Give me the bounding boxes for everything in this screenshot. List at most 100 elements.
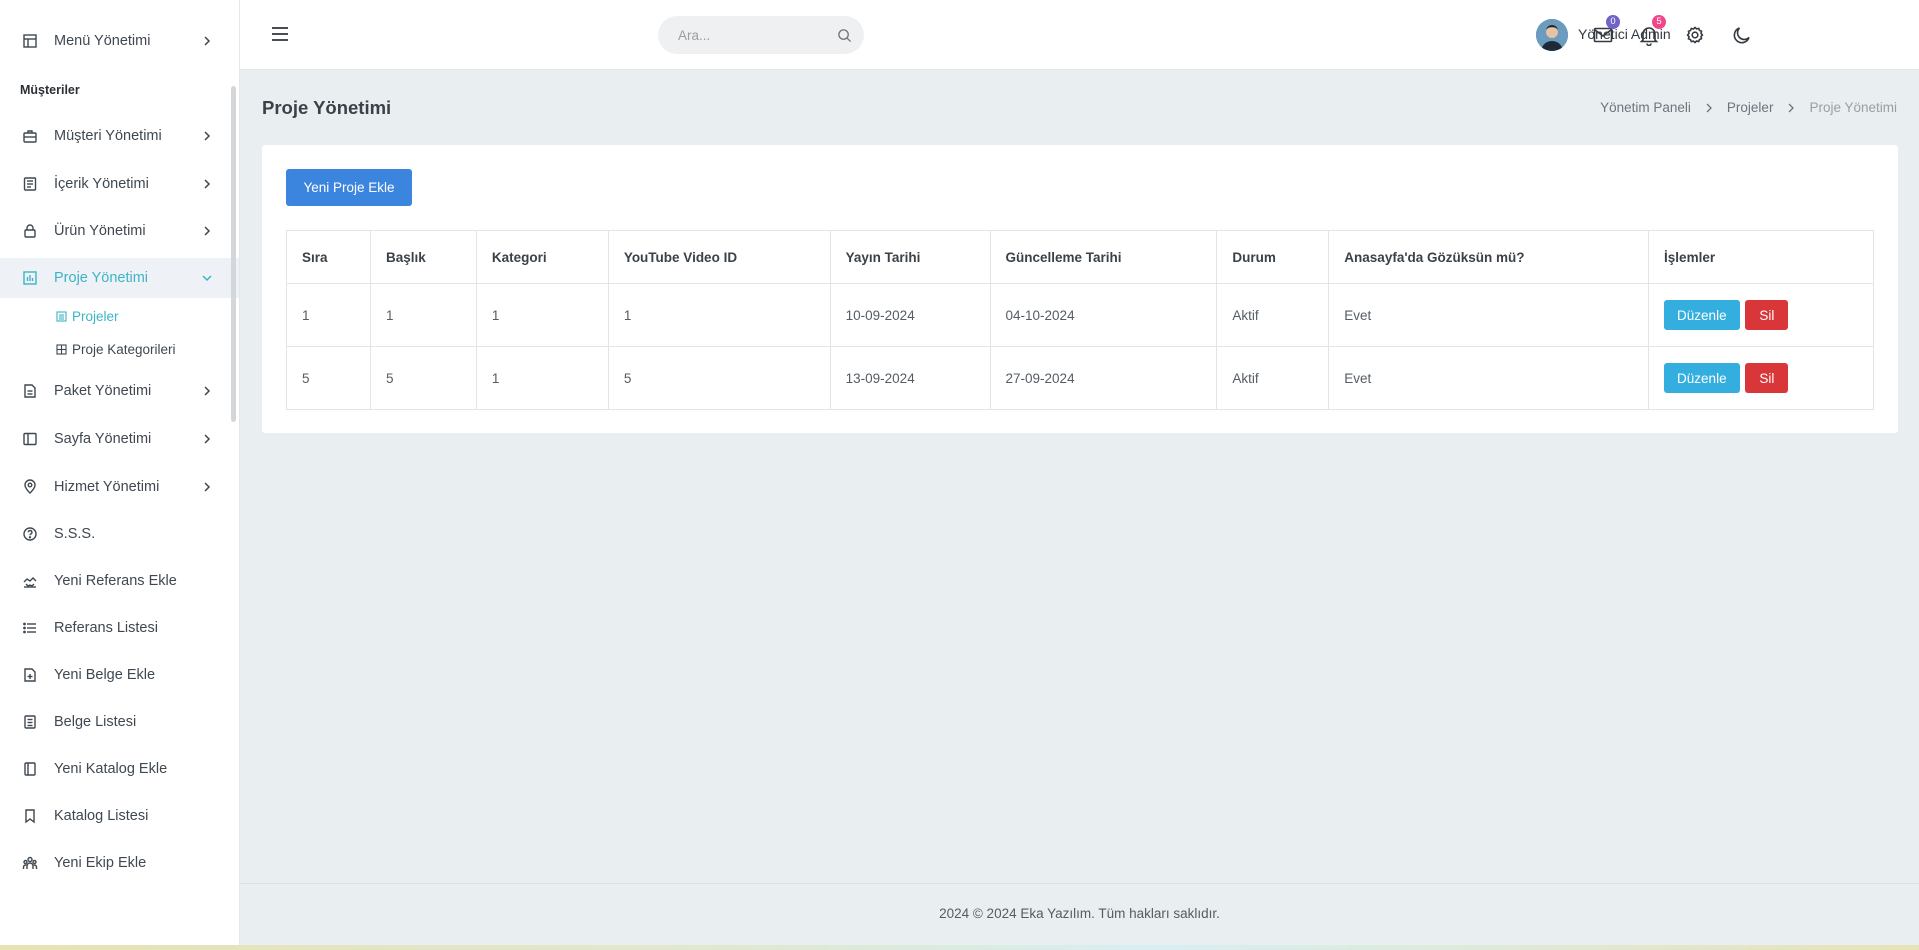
cell-order: 5	[286, 346, 371, 410]
edit-button[interactable]: Düzenle	[1664, 363, 1740, 393]
projects-table: Sıra Başlık Kategori YouTube Video ID Ya…	[286, 230, 1874, 410]
sidebar-item-sss[interactable]: S.S.S.	[0, 514, 239, 554]
file-plus-icon	[24, 668, 36, 682]
sidebar-item-belge-listesi[interactable]: Belge Listesi	[0, 702, 239, 742]
table-header-row: Sıra Başlık Kategori YouTube Video ID Ya…	[286, 230, 1874, 284]
column-header[interactable]: Sıra	[286, 230, 371, 284]
sidebar-item-yeni-referans-ekle[interactable]: Yeni Referans Ekle	[0, 561, 239, 601]
sidebar-item-menu-yonetimi[interactable]: Menü Yönetimi	[0, 21, 239, 61]
sidebar-item-musteri-yonetimi[interactable]: Müşteri Yönetimi	[0, 116, 239, 156]
column-header[interactable]: Başlık	[369, 230, 477, 284]
sidebar-item-icerik-yonetimi[interactable]: İçerik Yönetimi	[0, 164, 239, 204]
sidebar-item-yeni-ekip-ekle[interactable]: Yeni Ekip Ekle	[0, 843, 239, 883]
sidebar-section-title: Müşteriler	[20, 83, 80, 97]
cell-status: Aktif	[1216, 346, 1330, 410]
sidebar-subitem-projeler[interactable]: Projeler	[56, 306, 119, 326]
document-icon	[24, 384, 36, 398]
moon-icon	[1733, 27, 1750, 44]
page-title: Proje Yönetimi	[262, 97, 392, 118]
sidebar-item-label: Müşteri Yönetimi	[54, 128, 162, 144]
sidebar-item-label: İçerik Yönetimi	[54, 176, 149, 192]
column-header[interactable]: Anasayfa'da Gözüksün mü?	[1328, 230, 1650, 284]
sidebar-item-label: Menü Yönetimi	[54, 33, 151, 49]
avatar[interactable]	[1536, 19, 1568, 51]
sidebar-subitem-label: Projeler	[72, 308, 119, 324]
sidebar-subitem-label: Proje Kategorileri	[72, 341, 176, 357]
column-header[interactable]: Yayın Tarihi	[829, 230, 991, 284]
sidebar-item-yeni-belge-ekle[interactable]: Yeni Belge Ekle	[0, 655, 239, 695]
settings-button[interactable]	[1684, 24, 1706, 46]
user-name[interactable]: Yönetici Admin	[1578, 26, 1671, 42]
cell-youtube-id: 5	[607, 346, 831, 410]
sidebar-item-proje-yonetimi[interactable]: Proje Yönetimi	[0, 258, 239, 298]
handshake-icon	[23, 577, 37, 588]
edit-button[interactable]: Düzenle	[1664, 300, 1740, 330]
cell-youtube-id: 1	[607, 283, 831, 347]
cell-actions: Düzenle Sil	[1648, 346, 1874, 410]
footer-copyright: 2024 © 2024 Eka Yazılım. Tüm hakları sak…	[939, 906, 1220, 921]
sidebar-item-label: Referans Listesi	[54, 620, 158, 636]
sidebar-item-label: S.S.S.	[54, 526, 96, 542]
delete-button[interactable]: Sil	[1745, 363, 1789, 393]
sidebar-item-yeni-katalog-ekle[interactable]: Yeni Katalog Ekle	[0, 749, 239, 789]
chevron-right-icon	[204, 386, 211, 396]
table-row: 5 5 1 5 13-09-2024 27-09-2024 Aktif Evet…	[286, 346, 1874, 410]
sidebar-item-label: Yeni Referans Ekle	[54, 573, 177, 589]
sidebar-item-sayfa-yonetimi[interactable]: Sayfa Yönetimi	[0, 419, 239, 459]
search-icon[interactable]	[837, 28, 852, 43]
chevron-right-icon	[204, 482, 211, 492]
column-header[interactable]: YouTube Video ID	[607, 230, 831, 284]
sidebar-item-label: Ürün Yönetimi	[54, 223, 146, 239]
cell-published-date: 13-09-2024	[829, 346, 991, 410]
column-header[interactable]: Kategori	[475, 230, 609, 284]
chevron-right-icon	[204, 36, 211, 46]
sidebar-item-referans-listesi[interactable]: Referans Listesi	[0, 608, 239, 648]
sidebar-subitem-proje-kategorileri[interactable]: Proje Kategorileri	[56, 339, 176, 359]
layout-icon	[23, 34, 37, 48]
dark-mode-toggle[interactable]	[1731, 24, 1753, 46]
chevron-right-icon	[204, 131, 211, 141]
breadcrumb-item[interactable]: Yönetim Paneli	[1600, 100, 1691, 115]
breadcrumb-item[interactable]: Projeler	[1727, 100, 1774, 115]
cell-updated-date: 27-09-2024	[989, 346, 1218, 410]
sidebar-item-partial	[20, 0, 140, 2]
article-icon	[23, 177, 37, 191]
chevron-right-icon	[204, 226, 211, 236]
sidebar-item-label: Paket Yönetimi	[54, 383, 152, 399]
sidebar-item-label: Yeni Katalog Ekle	[54, 761, 168, 777]
cell-title: 1	[369, 283, 477, 347]
lock-icon	[24, 224, 36, 238]
bookmark-icon	[25, 809, 35, 824]
sidebar-item-urun-yonetimi[interactable]: Ürün Yönetimi	[0, 211, 239, 251]
sidebar-scrollbar[interactable]	[231, 86, 236, 422]
breadcrumb: Yönetim Paneli Projeler Proje Yönetimi	[1600, 100, 1897, 115]
list-icon	[56, 310, 67, 322]
column-header[interactable]: Güncelleme Tarihi	[989, 230, 1218, 284]
file-text-icon	[24, 715, 36, 729]
chevron-right-icon	[204, 434, 211, 444]
delete-button[interactable]: Sil	[1745, 300, 1789, 330]
chevron-down-icon	[202, 275, 212, 282]
menu-toggle-icon[interactable]	[270, 24, 290, 44]
sidebar-item-label: Proje Yönetimi	[54, 270, 149, 286]
help-circle-icon	[23, 527, 37, 541]
sidebar-item-label: Sayfa Yönetimi	[54, 431, 152, 447]
column-header[interactable]: Durum	[1216, 230, 1330, 284]
column-header: İşlemler	[1648, 230, 1874, 284]
cell-updated-date: 04-10-2024	[989, 283, 1218, 347]
sidebar-item-label: Katalog Listesi	[54, 808, 149, 824]
projects-card: Yeni Proje Ekle Sıra Başlık Kategori You…	[262, 145, 1898, 433]
add-project-button[interactable]: Yeni Proje Ekle	[286, 169, 412, 206]
search-input[interactable]	[658, 16, 864, 54]
cell-category: 1	[475, 283, 609, 347]
map-pin-icon	[24, 479, 36, 494]
table-row: 1 1 1 1 10-09-2024 04-10-2024 Aktif Evet…	[286, 283, 1874, 347]
sidebar-item-paket-yonetimi[interactable]: Paket Yönetimi	[0, 371, 239, 411]
sidebar-item-katalog-listesi[interactable]: Katalog Listesi	[0, 796, 239, 836]
cell-actions: Düzenle Sil	[1648, 283, 1874, 347]
cell-status: Aktif	[1216, 283, 1330, 347]
sidebar-item-hizmet-yonetimi[interactable]: Hizmet Yönetimi	[0, 467, 239, 507]
chevron-right-icon	[204, 179, 211, 189]
search-box	[658, 16, 864, 54]
cell-category: 1	[475, 346, 609, 410]
